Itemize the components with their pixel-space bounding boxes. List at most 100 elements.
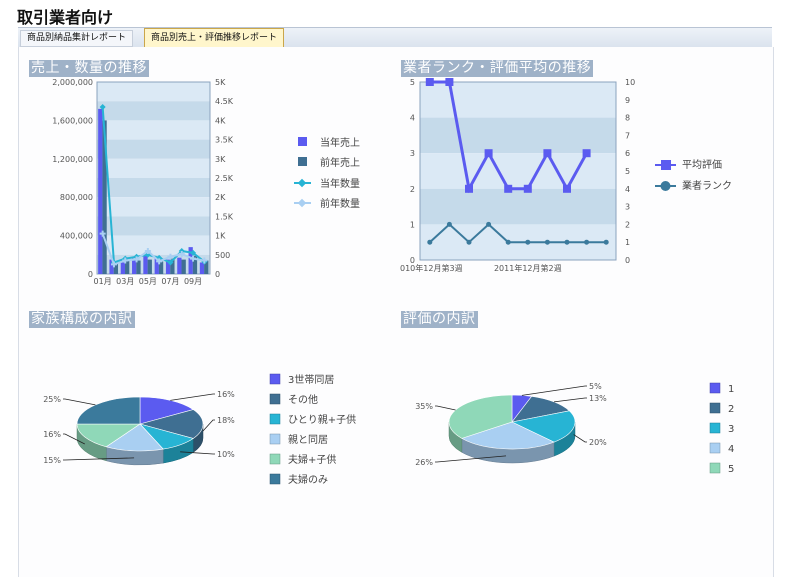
chart1-legend-marker xyxy=(297,198,307,208)
chart3-legend-label: 夫婦のみ xyxy=(288,474,328,486)
chart2-point xyxy=(544,239,550,245)
chart2-legend-marker xyxy=(661,160,671,170)
chart2-y-tick-label: 5 xyxy=(410,78,415,87)
chart4-value-label: 20% xyxy=(589,438,607,447)
chart1-band xyxy=(97,178,210,198)
chart1-band xyxy=(97,216,210,236)
chart2-point xyxy=(505,239,511,245)
chart4-legend-label: 2 xyxy=(728,404,734,415)
chart1-legend-label: 前年売上 xyxy=(320,156,360,169)
chart1-y2-tick-label: 2.5K xyxy=(215,174,234,183)
chart4-legend-swatch xyxy=(709,462,721,474)
chart3-legend-label: 夫婦+子供 xyxy=(288,453,336,466)
chart1-x-tick-label: 09月 xyxy=(184,277,202,286)
chart3-leader-line xyxy=(63,398,96,406)
chart4-legend-swatch xyxy=(709,442,721,454)
chart3-value-label: 18% xyxy=(217,416,235,425)
chart2-legend-label: 業者ランク xyxy=(682,179,732,192)
chart3-legend-label: 3世帯同居 xyxy=(288,373,334,386)
chart1-legend-marker xyxy=(297,178,307,188)
chart2-y2-tick-label: 4 xyxy=(625,185,630,194)
chart1-x-tick-label: 03月 xyxy=(116,277,134,286)
chart4-legend-label: 5 xyxy=(728,464,734,475)
chart4-legend-label: 3 xyxy=(728,424,734,435)
chart4-legend-swatch xyxy=(709,382,721,394)
chart2-band xyxy=(420,117,616,154)
chart1-y2-tick-label: 0 xyxy=(215,270,220,279)
chart2-point xyxy=(466,239,472,245)
chart4-value-label: 26% xyxy=(415,458,433,467)
chart1-y2-tick-label: 5K xyxy=(215,78,226,87)
chart1-bar xyxy=(199,262,205,274)
chart1-legend-label: 前年数量 xyxy=(320,197,360,210)
chart2-point xyxy=(465,184,473,193)
chart2-band xyxy=(420,153,616,189)
chart1-y2-tick-label: 3.5K xyxy=(215,136,234,145)
chart1-bar xyxy=(120,262,126,274)
chart2-y-tick-label: 2 xyxy=(410,185,415,194)
chart1-bar xyxy=(177,257,182,274)
chart2-y2-tick-label: 2 xyxy=(625,220,630,229)
chart3-legend-swatch xyxy=(269,393,281,405)
chart4-leader-line xyxy=(573,434,587,443)
chart2-y-tick-label: 4 xyxy=(410,114,415,123)
chart3-legend-label: 親と同居 xyxy=(288,433,328,446)
chart3-legend-swatch xyxy=(269,453,281,465)
chart4-legend-label: 1 xyxy=(728,384,734,395)
chart1-y2-tick-label: 500 xyxy=(215,251,230,260)
chart2-point xyxy=(603,239,609,245)
chart2-y2-tick-label: 9 xyxy=(625,96,630,105)
chart2-y2-tick-label: 6 xyxy=(625,149,630,158)
chart1-legend-label: 当年数量 xyxy=(320,177,360,190)
chart3-leader-line xyxy=(170,393,215,401)
chart1-bar xyxy=(136,260,141,274)
chart1-x-tick-label: 07月 xyxy=(161,277,179,286)
chart1-bar xyxy=(143,255,148,274)
chart2-point xyxy=(486,221,492,227)
chart1-band xyxy=(97,139,210,159)
chart4-leader-line xyxy=(521,385,587,396)
chart1-x-tick-label: 01月 xyxy=(94,277,112,286)
chart2-legend-label: 平均評価 xyxy=(682,158,722,171)
chart1-y2-tick-label: 3K xyxy=(215,155,226,164)
chart2-y2-tick-label: 0 xyxy=(625,256,630,265)
chart2-y2-tick-label: 10 xyxy=(625,78,635,87)
chart2-point xyxy=(525,239,531,245)
chart1-y-tick-label: 1,200,000 xyxy=(52,155,93,164)
chart4-value-label: 35% xyxy=(415,402,433,411)
chart2-point xyxy=(484,149,493,158)
chart2-point xyxy=(446,221,452,227)
chart3-value-label: 16% xyxy=(217,390,235,399)
chart2-point xyxy=(543,149,552,158)
charts-canvas: 2,000,000 1,600,000 1,200,000 800,000 400,00… xyxy=(43,78,734,486)
chart1-y2-tick-label: 1.5K xyxy=(215,212,234,221)
chart1-legend-swatch xyxy=(298,137,307,146)
chart1-band xyxy=(97,82,210,102)
chart4-leader-line xyxy=(553,397,587,403)
chart3-legend-swatch xyxy=(269,433,281,445)
chart4-legend-label: 4 xyxy=(728,444,734,455)
chart2-y2-tick-label: 5 xyxy=(625,167,630,176)
chart1-legend-swatch xyxy=(298,157,307,166)
chart2-point xyxy=(564,239,570,245)
chart1-y-tick-label: 800,000 xyxy=(60,193,93,202)
chart1-bar xyxy=(98,108,103,274)
chart1-y2-tick-label: 1K xyxy=(215,232,226,241)
chart3-slice xyxy=(76,396,141,425)
chart1-bar xyxy=(147,259,152,274)
chart4-value-label: 5% xyxy=(589,382,602,391)
chart4-leader-line xyxy=(435,405,456,411)
chart1-band xyxy=(97,158,210,178)
chart3-legend-label: その他 xyxy=(288,393,318,406)
chart1-band xyxy=(97,197,210,217)
chart1-legend-label: 当年売上 xyxy=(320,136,360,149)
chart3-legend-swatch xyxy=(269,473,281,485)
chart1-band xyxy=(97,101,210,121)
chart2-point xyxy=(523,184,532,193)
chart1-y-tick-label: 400,000 xyxy=(60,232,93,241)
chart2-point xyxy=(445,78,454,86)
chart2-band xyxy=(420,188,616,225)
chart2-legend-marker xyxy=(660,181,671,191)
chart2-y-tick-label: 3 xyxy=(410,149,415,158)
chart1-y-tick-label: 0 xyxy=(88,270,93,279)
